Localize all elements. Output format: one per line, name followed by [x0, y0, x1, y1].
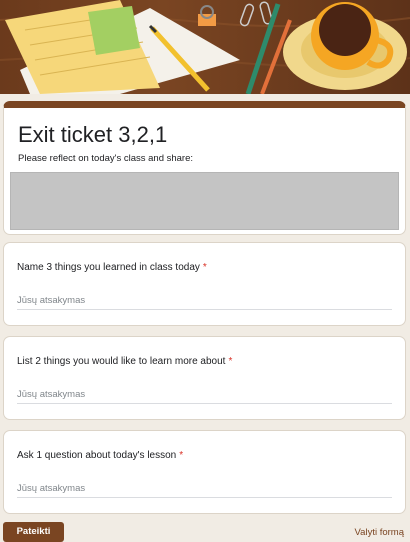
question-text: Ask 1 question about today's lesson [17, 450, 177, 461]
form-title-card: Exit ticket 3,2,1 Please reflect on toda… [3, 101, 406, 235]
answer-input-2[interactable] [17, 385, 392, 404]
question-label: List 2 things you would like to learn mo… [17, 356, 232, 367]
question-card-1: Name 3 things you learned in class today… [3, 242, 406, 326]
form-description: Please reflect on today's class and shar… [18, 153, 194, 164]
question-card-3: Ask 1 question about today's lesson * [3, 430, 406, 514]
required-asterisk: * [228, 356, 233, 367]
banner-illustration [0, 0, 410, 94]
question-label: Name 3 things you learned in class today… [17, 262, 207, 273]
submit-button[interactable]: Pateikti [3, 522, 64, 542]
required-asterisk: * [202, 262, 207, 273]
clear-form-link[interactable]: Valyti formą [355, 527, 404, 538]
answer-input-3[interactable] [17, 479, 392, 498]
question-card-2: List 2 things you would like to learn mo… [3, 336, 406, 420]
answer-input-1[interactable] [17, 291, 392, 310]
header-image-placeholder [10, 172, 399, 230]
form-title: Exit ticket 3,2,1 [18, 122, 168, 147]
question-text: List 2 things you would like to learn mo… [17, 356, 226, 367]
question-label: Ask 1 question about today's lesson * [17, 450, 183, 461]
form-header-banner [0, 0, 410, 94]
question-text: Name 3 things you learned in class today [17, 262, 200, 273]
required-asterisk: * [179, 450, 184, 461]
